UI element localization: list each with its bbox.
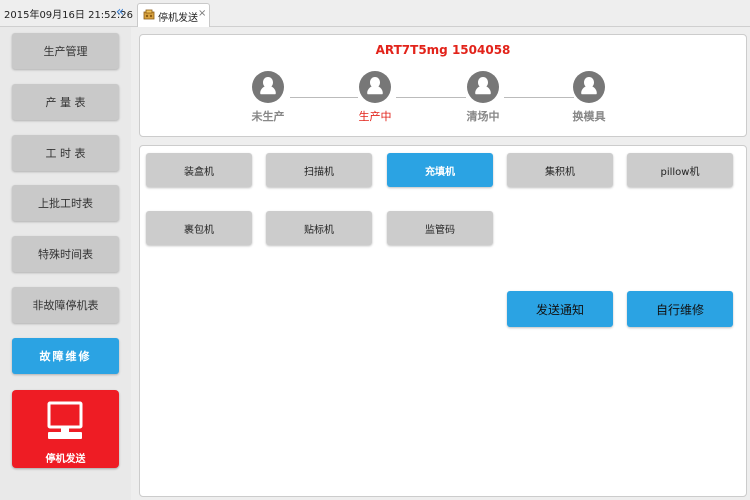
main-content: ART7T5mg 1504058 未生产 生产中 清场中 换模具 装盒机 扫描机… xyxy=(131,27,750,500)
machine-scanner-button[interactable]: 扫描机 xyxy=(266,153,372,187)
user-avatar-icon xyxy=(252,71,284,103)
self-repair-button[interactable]: 自行维修 xyxy=(627,291,733,327)
send-notice-button[interactable]: 发送通知 xyxy=(507,291,613,327)
machine-filler-button[interactable]: 充填机 xyxy=(387,153,493,187)
step-label: 换模具 xyxy=(572,110,606,123)
machine-pillow-button[interactable]: pillow机 xyxy=(627,153,733,187)
step-label: 清场中 xyxy=(466,110,500,123)
stop-send-button[interactable]: 停机发送 xyxy=(12,390,119,468)
machine-labeler-button[interactable]: 贴标机 xyxy=(266,211,372,245)
close-icon[interactable]: × xyxy=(198,8,206,19)
computer-icon xyxy=(47,401,83,439)
step-connector xyxy=(396,97,466,98)
user-avatar-icon xyxy=(573,71,605,103)
machine-tracking-code-button[interactable]: 监管码 xyxy=(387,211,493,245)
sidebar-item-last-batch-hours[interactable]: 上批工时表 xyxy=(12,185,119,221)
user-avatar-icon xyxy=(467,71,499,103)
machine-wrapper-button[interactable]: 裹包机 xyxy=(146,211,252,245)
machine-accumulator-button[interactable]: 集积机 xyxy=(507,153,613,187)
machine-cartoner-button[interactable]: 装盒机 xyxy=(146,153,252,187)
batch-title: ART7T5mg 1504058 xyxy=(375,43,511,57)
step-label: 未生产 xyxy=(251,110,285,123)
user-avatar-icon xyxy=(359,71,391,103)
sidebar-item-non-fault-stop[interactable]: 非故障停机表 xyxy=(12,287,119,323)
top-bar: 2015年09月16日 21:52:26 « 停机发送 × xyxy=(0,0,750,27)
machine-panel: 装盒机 扫描机 充填机 集积机 pillow机 裹包机 贴标机 监管码 发送通知… xyxy=(139,145,747,497)
step-label: 生产中 xyxy=(358,110,392,123)
step-connector xyxy=(504,97,574,98)
sidebar-item-fault-repair[interactable]: 故障维修 xyxy=(12,338,119,374)
collapse-sidebar-icon[interactable]: « xyxy=(112,3,128,21)
sidebar: 生产管理 产 量 表 工 时 表 上批工时表 特殊时间表 非故障停机表 故障维修… xyxy=(0,27,131,500)
stop-send-label: 停机发送 xyxy=(45,454,86,465)
step-connector xyxy=(290,97,358,98)
sidebar-item-production-management[interactable]: 生产管理 xyxy=(12,33,119,69)
tab-stop-send[interactable]: 停机发送 × xyxy=(137,3,210,27)
machine-icon xyxy=(143,9,155,20)
tab-label: 停机发送 xyxy=(158,13,198,24)
sidebar-item-work-hours[interactable]: 工 时 表 xyxy=(12,135,119,171)
sidebar-item-special-time[interactable]: 特殊时间表 xyxy=(12,236,119,272)
sidebar-item-output-report[interactable]: 产 量 表 xyxy=(12,84,119,120)
status-panel: ART7T5mg 1504058 未生产 生产中 清场中 换模具 xyxy=(139,34,747,137)
